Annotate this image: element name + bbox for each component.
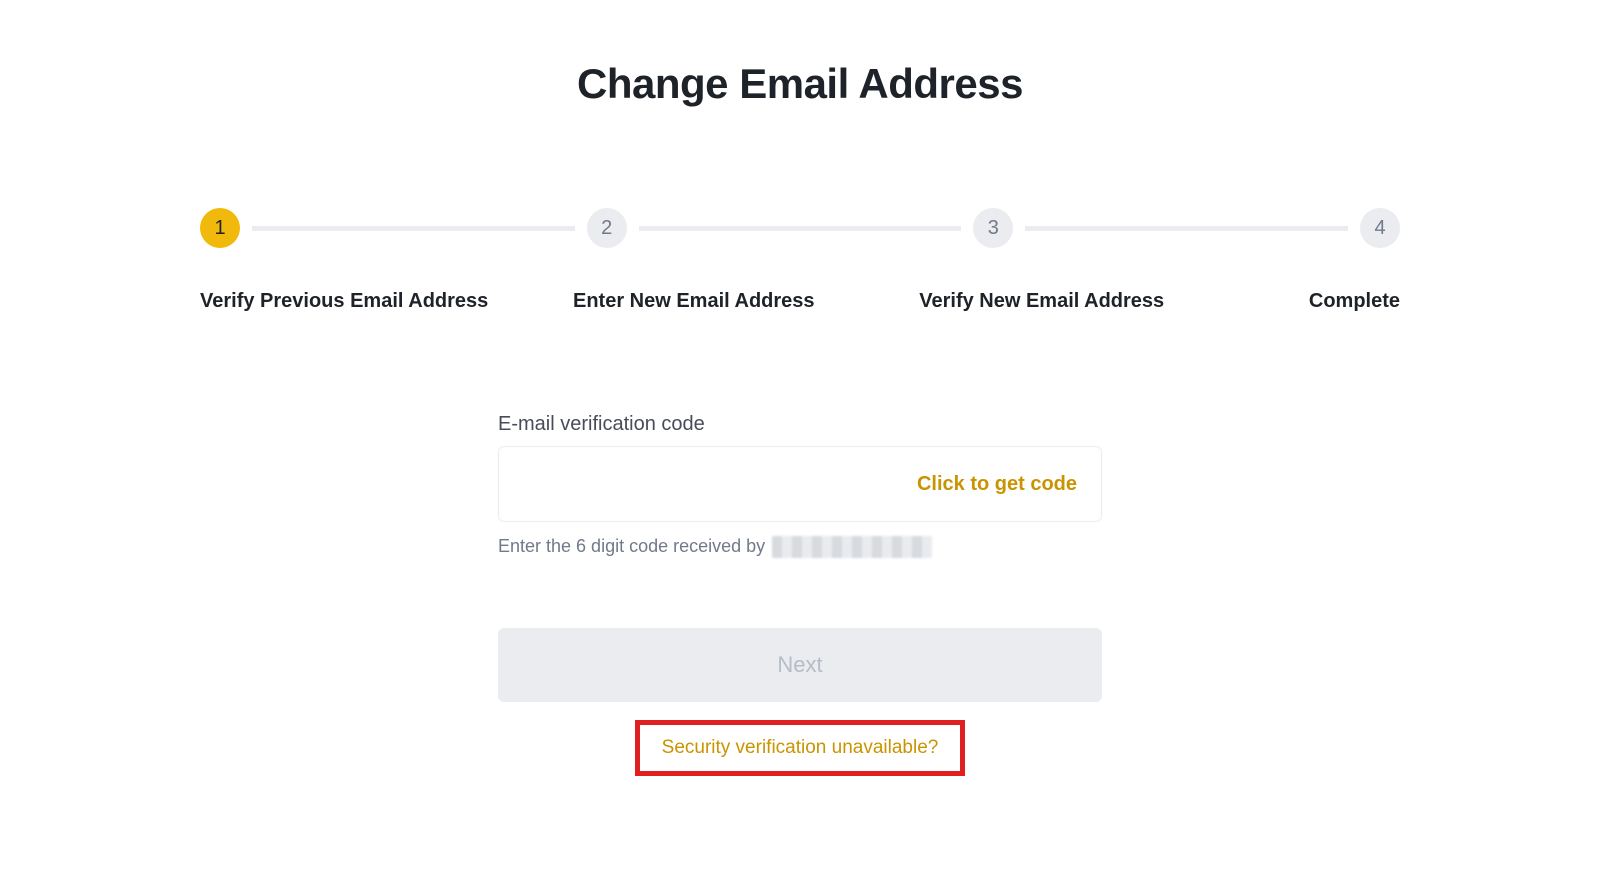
step-4-circle: 4 (1360, 208, 1400, 248)
security-verification-unavailable-link[interactable]: Security verification unavailable? (662, 737, 939, 759)
step-connector (639, 226, 962, 231)
step-connector (252, 226, 575, 231)
verification-code-label: E-mail verification code (498, 413, 1102, 436)
step-2-label: Enter New Email Address (573, 290, 815, 313)
progress-stepper: 1 2 3 4 Verify Previous Email Address En… (200, 208, 1400, 313)
step-2-circle: 2 (587, 208, 627, 248)
step-1-circle: 1 (200, 208, 240, 248)
verification-code-input-group: Click to get code (498, 446, 1102, 522)
security-link-highlight: Security verification unavailable? (635, 720, 966, 776)
get-code-button[interactable]: Click to get code (917, 473, 1077, 496)
page-title: Change Email Address (200, 0, 1400, 208)
step-connector (1025, 226, 1348, 231)
helper-text: Enter the 6 digit code received by (498, 536, 1102, 558)
verification-code-input[interactable] (523, 447, 917, 521)
step-3-label: Verify New Email Address (919, 290, 1164, 313)
helper-prefix: Enter the 6 digit code received by (498, 536, 770, 556)
next-button[interactable]: Next (498, 628, 1102, 702)
step-3-circle: 3 (973, 208, 1013, 248)
step-1-label: Verify Previous Email Address (200, 290, 488, 313)
step-4-label: Complete (1309, 290, 1400, 313)
redacted-email (772, 536, 932, 558)
